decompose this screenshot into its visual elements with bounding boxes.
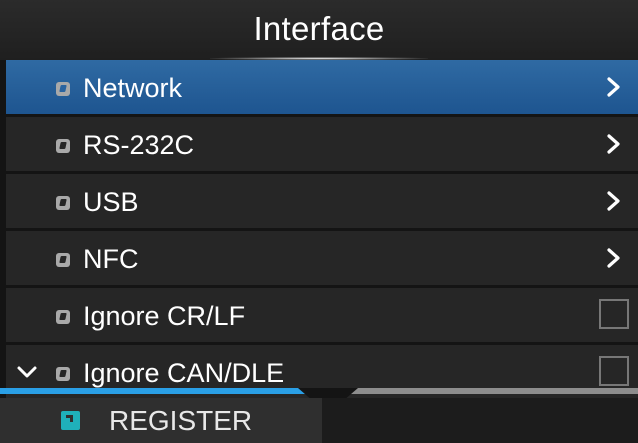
menu-item-ignore-cr-lf[interactable]: Ignore CR/LF xyxy=(6,288,638,342)
register-label: REGISTER xyxy=(109,405,253,436)
menu-item-icon xyxy=(56,310,70,324)
menu-item-icon xyxy=(56,82,70,96)
menu-item-nfc[interactable]: NFC xyxy=(6,231,638,285)
menu-item-icon xyxy=(56,139,70,153)
menu-item-icon xyxy=(56,253,70,267)
chevron-down-icon xyxy=(17,366,37,378)
menu-item-usb[interactable]: USB xyxy=(6,174,638,228)
menu-item-label: RS-232C xyxy=(83,130,195,160)
interface-screen: Interface Network RS-232C USB NFC Ignore… xyxy=(0,0,638,443)
header-bar: Interface xyxy=(0,0,638,60)
scroll-indicator xyxy=(0,384,638,414)
menu-item-label: NFC xyxy=(83,244,139,274)
ignore-can-dle-checkbox[interactable] xyxy=(599,356,629,386)
register-icon xyxy=(61,411,80,430)
menu-item-label: USB xyxy=(83,187,139,217)
interface-menu: Network RS-232C USB NFC Ignore CR/LF Ign… xyxy=(6,60,638,402)
scroll-position-fill xyxy=(0,388,307,394)
menu-item-icon xyxy=(56,196,70,210)
chevron-right-icon xyxy=(607,248,620,268)
chevron-right-icon xyxy=(607,77,620,97)
menu-item-rs232c[interactable]: RS-232C xyxy=(6,117,638,171)
page-title: Interface xyxy=(253,10,385,47)
menu-item-label: Network xyxy=(83,73,183,103)
menu-item-network[interactable]: Network xyxy=(6,60,638,114)
ignore-cr-lf-checkbox[interactable] xyxy=(599,299,629,329)
chevron-right-icon xyxy=(607,191,620,211)
chevron-right-icon xyxy=(607,134,620,154)
footer-bar: REGISTER xyxy=(0,398,638,443)
menu-item-icon xyxy=(56,367,70,381)
register-button[interactable]: REGISTER xyxy=(0,398,322,443)
menu-item-label: Ignore CR/LF xyxy=(83,301,246,331)
